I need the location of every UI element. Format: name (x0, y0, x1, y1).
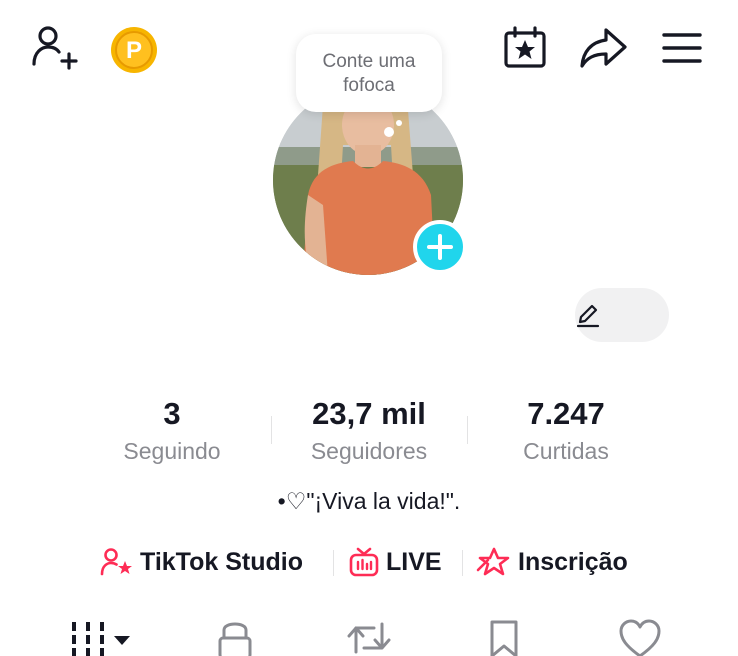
live-link[interactable]: LIVE (348, 542, 442, 582)
divider (462, 550, 463, 576)
menu-icon[interactable] (661, 30, 703, 66)
stat-value: 7.247 (527, 396, 605, 431)
tiktok-studio-label: TikTok Studio (140, 547, 303, 576)
calendar-star-icon[interactable] (502, 26, 548, 70)
live-tv-icon (349, 547, 379, 577)
tab-saved[interactable] (486, 618, 522, 656)
coin-icon[interactable]: P (110, 26, 158, 74)
stat-label: Curtidas (523, 438, 609, 464)
tab-private[interactable] (216, 618, 254, 656)
share-icon[interactable] (578, 26, 628, 70)
subscription-label: Inscrição (518, 547, 628, 576)
tab-liked[interactable] (618, 618, 662, 656)
stat-label: Seguidores (310, 438, 428, 464)
pencil-icon (576, 304, 600, 328)
bookmark-icon (490, 620, 518, 656)
videos-grid-icon (72, 622, 130, 656)
subscription-star-icon (476, 547, 510, 576)
divider (271, 416, 272, 444)
divider (333, 550, 334, 576)
stat-followers[interactable]: 23,7 mil Seguidores (279, 396, 459, 466)
tiktok-studio-link[interactable]: TikTok Studio (100, 542, 303, 582)
edit-profile-button[interactable] (575, 288, 669, 342)
plus-icon (427, 234, 453, 260)
note-bubble[interactable]: Conte uma fofoca (296, 34, 442, 112)
divider (467, 416, 468, 444)
stat-label: Seguindo (123, 438, 221, 464)
add-friend-icon[interactable] (30, 24, 80, 70)
stat-likes[interactable]: 7.247 Curtidas (476, 396, 656, 466)
heart-icon (619, 619, 661, 656)
tab-videos[interactable] (70, 618, 132, 656)
lock-icon (218, 622, 252, 656)
subscription-link[interactable]: Inscrição (476, 542, 628, 582)
bubble-tail-small (396, 120, 402, 126)
bubble-tail (384, 127, 394, 137)
stat-value: 3 (163, 396, 181, 431)
repost-icon (347, 622, 391, 654)
creator-star-icon (100, 548, 132, 576)
stat-following[interactable]: 3 Seguindo (82, 396, 262, 466)
note-bubble-text: Conte uma fofoca (322, 51, 416, 96)
live-label: LIVE (386, 547, 442, 576)
profile-bio[interactable]: •♡"¡Viva la vida!". (0, 486, 738, 516)
coin-letter: P (126, 37, 142, 64)
stat-value: 23,7 mil (312, 396, 426, 431)
tab-reposts[interactable] (346, 618, 392, 656)
add-avatar-button[interactable] (413, 220, 467, 274)
